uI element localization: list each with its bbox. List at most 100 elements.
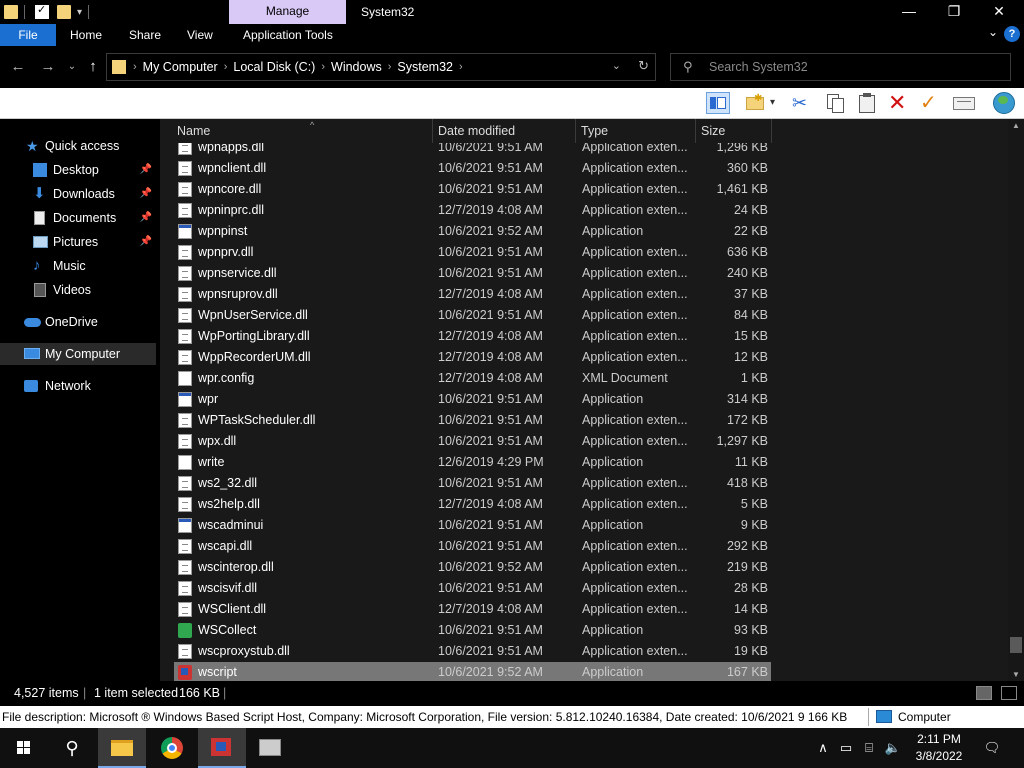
table-row[interactable]: wpx.dll 10/6/2021 9:51 AM Application exte…	[174, 431, 771, 452]
column-header-date[interactable]: Date modified	[433, 119, 576, 143]
new-folder-icon[interactable]	[57, 5, 71, 19]
table-row[interactable]: wpnsruprov.dll 12/7/2019 4:08 AM Applicati…	[174, 284, 771, 305]
new-folder-icon[interactable]: ✱	[744, 92, 768, 114]
table-row[interactable]: ws2help.dll 12/7/2019 4:08 AM Application …	[174, 494, 771, 515]
properties-icon[interactable]	[952, 92, 976, 114]
large-icons-view-icon[interactable]	[1001, 686, 1017, 700]
table-row[interactable]: write 12/6/2019 4:29 PM Application 11 KB	[174, 452, 771, 473]
scroll-down-icon[interactable]: ▼	[1012, 670, 1020, 679]
sidebar-item-videos[interactable]: Videos	[0, 279, 156, 301]
sidebar-item-pictures[interactable]: Pictures 📌	[0, 231, 156, 253]
show-hidden-icons-icon[interactable]: ∧	[814, 728, 832, 768]
sidebar-item-documents[interactable]: Documents 📌	[0, 207, 156, 229]
sidebar-item-my-computer[interactable]: My Computer	[0, 343, 156, 365]
sidebar-item-music[interactable]: ♪ Music	[0, 255, 156, 277]
back-arrow-icon[interactable]: ←	[8, 57, 28, 77]
refresh-icon[interactable]: ↻	[638, 58, 649, 74]
breadcrumb-local-disk[interactable]: Local Disk (C:)	[233, 60, 315, 74]
table-row[interactable]: wscisvif.dll 10/6/2021 9:51 AM Application…	[174, 578, 771, 599]
table-row[interactable]: wscapi.dll 10/6/2021 9:51 AM Application e…	[174, 536, 771, 557]
control-panel-icon[interactable]	[246, 728, 294, 768]
paste-icon[interactable]	[856, 92, 880, 114]
table-row[interactable]: wpnclient.dll 10/6/2021 9:51 AM Applicatio…	[174, 158, 771, 179]
table-row[interactable]: WppRecorderUM.dll 12/7/2019 4:08 AM Applic…	[174, 347, 771, 368]
table-row[interactable]: wpnapps.dll 10/6/2021 9:51 AM Application …	[174, 143, 771, 158]
sidebar-item-network[interactable]: Network	[0, 375, 156, 397]
table-row[interactable]: wscript 10/6/2021 9:52 AM Application 167 K…	[174, 662, 771, 681]
up-arrow-icon[interactable]: ↑	[83, 57, 103, 77]
sidebar-item-desktop[interactable]: Desktop 📌	[0, 159, 156, 181]
preview-pane-icon[interactable]	[706, 92, 730, 114]
maximize-button[interactable]: ❐	[931, 0, 977, 24]
search-icon[interactable]: ⚲	[48, 728, 96, 768]
tab-home[interactable]: Home	[58, 24, 114, 46]
details-view-icon[interactable]	[976, 686, 992, 700]
script-host-icon[interactable]	[198, 728, 246, 768]
pin-icon[interactable]: 📌	[140, 183, 152, 205]
table-row[interactable]: ws2_32.dll 10/6/2021 9:51 AM Application e…	[174, 473, 771, 494]
vertical-scrollbar[interactable]: ▲ ▼	[1008, 119, 1024, 681]
breadcrumb-system32[interactable]: System32	[397, 60, 453, 74]
chrome-icon[interactable]	[148, 728, 196, 768]
properties-icon[interactable]	[35, 3, 49, 19]
notification-icon[interactable]: 🗨	[980, 728, 1004, 768]
table-row[interactable]: wpninprc.dll 12/7/2019 4:08 AM Application…	[174, 200, 771, 221]
copy-icon[interactable]	[824, 92, 848, 114]
table-row[interactable]: wpnprv.dll 10/6/2021 9:51 AM Application e…	[174, 242, 771, 263]
file-explorer-icon[interactable]	[98, 728, 146, 768]
tab-file[interactable]: File	[0, 24, 56, 46]
scrollbar-thumb[interactable]	[1010, 637, 1022, 653]
table-row[interactable]: wpnservice.dll 10/6/2021 9:51 AM Applicati…	[174, 263, 771, 284]
column-header-name[interactable]: Name ^	[172, 119, 433, 143]
pin-icon[interactable]: 📌	[140, 159, 152, 181]
breadcrumb-separator[interactable]: ›	[388, 61, 392, 73]
table-row[interactable]: wpncore.dll 10/6/2021 9:51 AM Application …	[174, 179, 771, 200]
rename-check-icon[interactable]: ✓	[920, 92, 944, 114]
start-button[interactable]	[0, 728, 48, 768]
table-row[interactable]: wpr 10/6/2021 9:51 AM Application 314 KB	[174, 389, 771, 410]
breadcrumb-my-computer[interactable]: My Computer	[143, 60, 218, 74]
sidebar-item-downloads[interactable]: ⬇ Downloads 📌	[0, 183, 156, 205]
minimize-button[interactable]: —	[886, 0, 932, 24]
cut-icon[interactable]: ✂	[792, 92, 816, 114]
table-row[interactable]: WSCollect 10/6/2021 9:51 AM Application 93 …	[174, 620, 771, 641]
address-bar[interactable]: › My Computer › Local Disk (C:) › Window…	[106, 53, 656, 81]
column-header-size[interactable]: Size	[696, 119, 772, 143]
tab-manage[interactable]: Manage	[229, 0, 346, 24]
table-row[interactable]: wscadminui 10/6/2021 9:51 AM Application 9 …	[174, 515, 771, 536]
chevron-down-icon[interactable]: ⌄	[988, 25, 998, 39]
network-status-icon[interactable]: ⌸	[860, 728, 878, 768]
recent-locations-icon[interactable]: ⌄	[62, 57, 82, 77]
table-row[interactable]: WSClient.dll 12/7/2019 4:08 AM Application…	[174, 599, 771, 620]
globe-icon[interactable]	[992, 92, 1016, 114]
pin-icon[interactable]: 📌	[140, 231, 152, 253]
clock[interactable]: 2:11 PM 3/8/2022	[914, 731, 964, 765]
tab-view[interactable]: View	[175, 24, 225, 46]
forward-arrow-icon[interactable]: →	[38, 57, 58, 77]
table-row[interactable]: WPTaskScheduler.dll 10/6/2021 9:51 AM Appl…	[174, 410, 771, 431]
sidebar-item-onedrive[interactable]: OneDrive	[0, 311, 156, 333]
volume-icon[interactable]: 🔈	[882, 728, 904, 768]
table-row[interactable]: WpPortingLibrary.dll 12/7/2019 4:08 AM App…	[174, 326, 771, 347]
tab-share[interactable]: Share	[117, 24, 173, 46]
device-icon[interactable]: ▭	[838, 728, 854, 768]
breadcrumb-separator[interactable]: ›	[321, 61, 325, 73]
chevron-down-icon[interactable]: ⌄	[612, 59, 621, 72]
scroll-up-icon[interactable]: ▲	[1012, 121, 1020, 130]
customize-toolbar-icon[interactable]: ▾	[77, 7, 82, 18]
column-header-type[interactable]: Type	[576, 119, 696, 143]
folder-icon[interactable]	[4, 5, 18, 19]
search-box[interactable]: ⚲	[670, 53, 1011, 81]
help-icon[interactable]: ?	[1004, 26, 1020, 42]
table-row[interactable]: wscinterop.dll 10/6/2021 9:52 AM Applicati…	[174, 557, 771, 578]
breadcrumb-separator[interactable]: ›	[459, 61, 463, 73]
table-row[interactable]: wpnpinst 10/6/2021 9:52 AM Application 22 K…	[174, 221, 771, 242]
tab-application-tools[interactable]: Application Tools	[231, 24, 345, 46]
close-button[interactable]: ✕	[976, 0, 1022, 24]
search-input[interactable]	[709, 58, 999, 76]
delete-icon[interactable]: ✕	[888, 92, 912, 114]
pin-icon[interactable]: 📌	[140, 207, 152, 229]
table-row[interactable]: wpr.config 12/7/2019 4:08 AM XML Document 1…	[174, 368, 771, 389]
table-row[interactable]: WpnUserService.dll 10/6/2021 9:51 AM Appli…	[174, 305, 771, 326]
chevron-down-icon[interactable]: ▾	[770, 92, 784, 114]
